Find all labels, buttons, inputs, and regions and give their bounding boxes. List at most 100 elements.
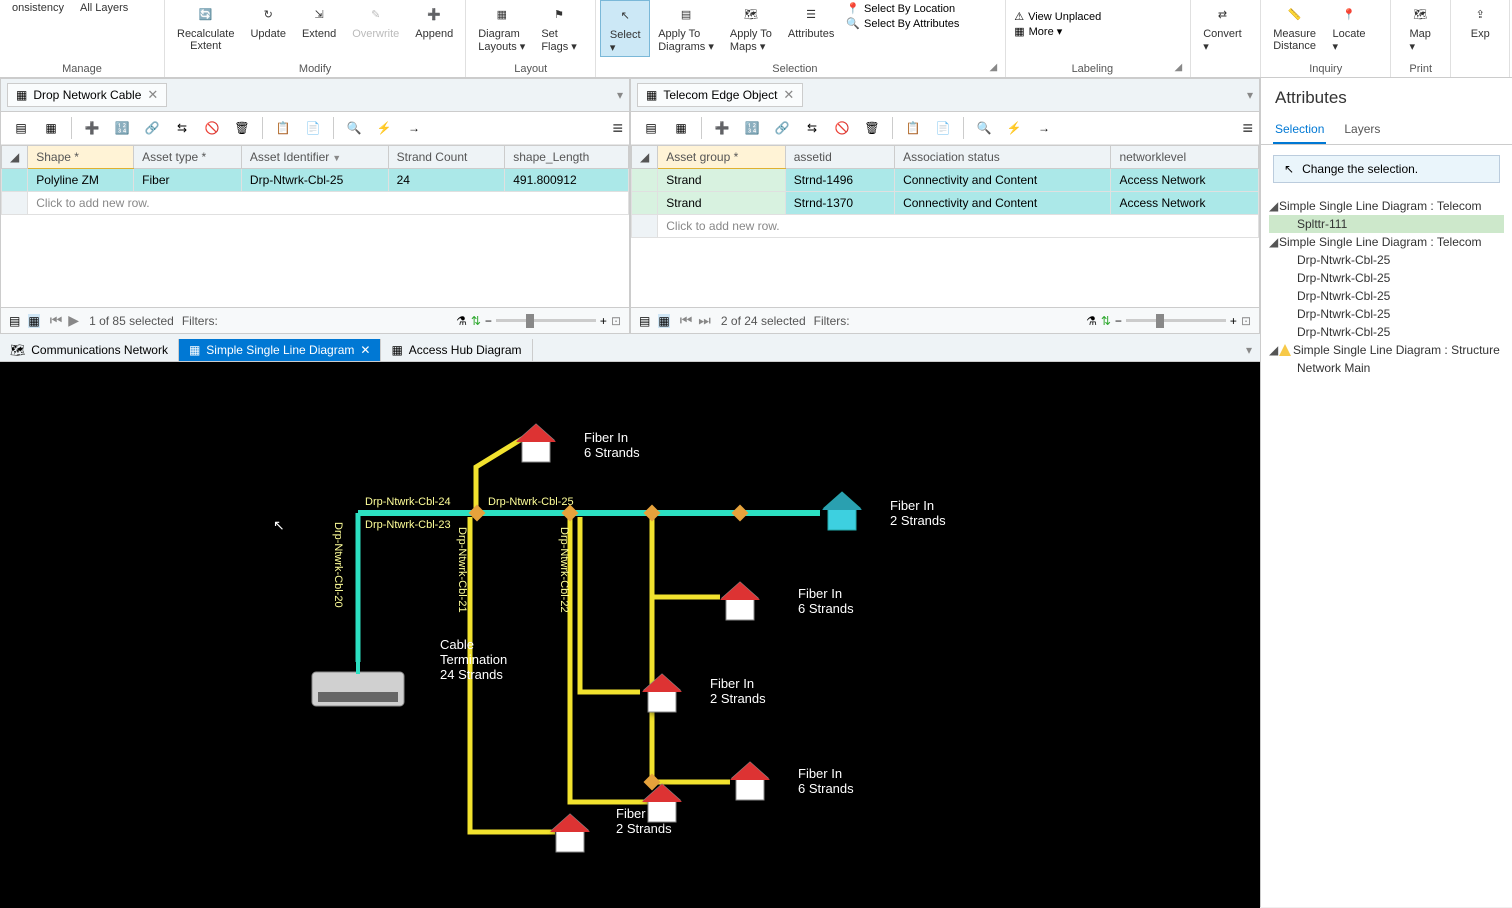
- selection-view-icon[interactable]: ▦: [667, 116, 695, 140]
- zoom-to-icon[interactable]: 🔍: [970, 116, 998, 140]
- select-by-location-button[interactable]: 📍Select By Location: [846, 2, 959, 15]
- tree-leaf[interactable]: Drp-Ntwrk-Cbl-25: [1269, 305, 1504, 323]
- house-node[interactable]: [640, 782, 684, 829]
- tree-leaf[interactable]: Splttr-111: [1269, 215, 1504, 233]
- copy-icon[interactable]: 📋: [269, 116, 297, 140]
- selection-rows-icon[interactable]: ▦: [28, 314, 39, 328]
- copy-icon[interactable]: 📋: [899, 116, 927, 140]
- tree-node[interactable]: ◢Simple Single Line Diagram : Structure: [1269, 341, 1504, 359]
- paste-icon[interactable]: 📄: [929, 116, 957, 140]
- flash-icon[interactable]: ⚡: [1000, 116, 1028, 140]
- house-node[interactable]: [514, 422, 558, 469]
- update-button[interactable]: ↻Update: [242, 0, 293, 42]
- house-node[interactable]: [718, 580, 762, 627]
- menu-icon[interactable]: ≡: [1242, 118, 1253, 139]
- col-association-status[interactable]: Association status: [895, 146, 1111, 169]
- zoom-out-icon[interactable]: −: [1115, 314, 1122, 328]
- goto-icon[interactable]: →: [1030, 116, 1058, 140]
- zoom-out-icon[interactable]: −: [485, 314, 492, 328]
- chevron-down-icon[interactable]: ▼: [332, 153, 341, 163]
- delete-icon[interactable]: 🗑: [858, 116, 886, 140]
- row-marker-header[interactable]: ◢: [2, 146, 28, 169]
- house-node[interactable]: [728, 760, 772, 807]
- tab-layers[interactable]: Layers: [1342, 116, 1382, 144]
- tree-node[interactable]: ◢Simple Single Line Diagram : Telecom: [1269, 197, 1504, 215]
- cable-termination-node[interactable]: [308, 662, 408, 715]
- col-shape-length[interactable]: shape_Length: [505, 146, 629, 169]
- selection-view-icon[interactable]: ▦: [37, 116, 65, 140]
- zoom-slider[interactable]: [496, 319, 596, 322]
- house-node[interactable]: [548, 812, 592, 859]
- next-icon[interactable]: ▶: [66, 312, 81, 329]
- field-view-icon[interactable]: ▤: [7, 116, 35, 140]
- selection-rows-icon[interactable]: ▦: [658, 314, 669, 328]
- zoom-in-icon[interactable]: +: [600, 314, 607, 328]
- filter-icon[interactable]: ⚗: [456, 314, 467, 328]
- new-row[interactable]: Click to add new row.: [2, 192, 629, 215]
- apply-to-diagrams-button[interactable]: ▤Apply To Diagrams ▾: [650, 0, 722, 55]
- view-unplaced-button[interactable]: ⚠View Unplaced: [1014, 10, 1101, 23]
- close-icon[interactable]: ✕: [360, 343, 370, 357]
- consistency-button[interactable]: onsistency: [4, 0, 72, 16]
- first-icon[interactable]: ⏮: [678, 312, 695, 329]
- export-button[interactable]: ⇪Exp: [1455, 0, 1505, 42]
- tab-selection[interactable]: Selection: [1273, 116, 1326, 144]
- apply-to-maps-button[interactable]: 🗺Apply To Maps ▾: [722, 0, 780, 55]
- table-row[interactable]: Strand Strnd-1370Connectivity and Conten…: [632, 192, 1259, 215]
- add-icon[interactable]: ➕: [708, 116, 736, 140]
- col-asset-id[interactable]: Asset Identifier▼: [241, 146, 388, 169]
- convert-button[interactable]: ⇄Convert ▾: [1195, 0, 1250, 55]
- tab-communications-network[interactable]: 🗺Communications Network: [0, 339, 179, 361]
- more-button[interactable]: ▦More ▾: [1014, 25, 1101, 38]
- row-marker-header[interactable]: ◢: [632, 146, 658, 169]
- zoom-reset-icon[interactable]: ⊡: [611, 314, 621, 328]
- new-row[interactable]: Click to add new row.: [632, 215, 1259, 238]
- locate-button[interactable]: 📍Locate ▾: [1324, 0, 1374, 55]
- select-related-icon[interactable]: 🔗: [138, 116, 166, 140]
- pane-dropdown-icon[interactable]: ▾: [1247, 88, 1253, 102]
- table-tab-drop-network-cable[interactable]: ▦ Drop Network Cable ✕: [7, 83, 167, 107]
- close-icon[interactable]: ✕: [147, 87, 158, 103]
- add-icon[interactable]: ➕: [78, 116, 106, 140]
- tree-leaf[interactable]: Drp-Ntwrk-Cbl-25: [1269, 323, 1504, 341]
- calculate-icon[interactable]: 🔢: [108, 116, 136, 140]
- diagram-canvas[interactable]: Drp-Ntwrk-Cbl-24 Drp-Ntwrk-Cbl-25 Drp-Nt…: [0, 362, 1260, 908]
- clear-icon[interactable]: 🚫: [198, 116, 226, 140]
- field-view-icon[interactable]: ▤: [637, 116, 665, 140]
- col-asset-type[interactable]: Asset type *: [134, 146, 242, 169]
- calculate-icon[interactable]: 🔢: [738, 116, 766, 140]
- tab-simple-single-line-diagram[interactable]: ▦Simple Single Line Diagram✕: [179, 339, 381, 361]
- table-tab-telecom-edge[interactable]: ▦ Telecom Edge Object ✕: [637, 83, 803, 107]
- append-button[interactable]: ➕Append: [407, 0, 461, 42]
- close-icon[interactable]: ✕: [783, 87, 794, 103]
- tree-leaf[interactable]: Drp-Ntwrk-Cbl-25: [1269, 251, 1504, 269]
- zoom-slider[interactable]: [1126, 319, 1226, 322]
- all-rows-icon[interactable]: ▤: [9, 314, 20, 328]
- col-shape[interactable]: Shape *: [28, 146, 134, 169]
- sort-icon[interactable]: ⇅: [471, 314, 481, 328]
- pane-dropdown-icon[interactable]: ▾: [617, 88, 623, 102]
- zoom-to-icon[interactable]: 🔍: [340, 116, 368, 140]
- map-button[interactable]: 🗺Map ▾: [1395, 0, 1445, 55]
- all-layers-button[interactable]: All Layers: [72, 0, 136, 16]
- extend-button[interactable]: ⇲Extend: [294, 0, 344, 42]
- diagram-layouts-button[interactable]: ▦Diagram Layouts ▾: [470, 0, 533, 55]
- col-strand-count[interactable]: Strand Count: [388, 146, 505, 169]
- tree-leaf[interactable]: Drp-Ntwrk-Cbl-25: [1269, 269, 1504, 287]
- all-rows-icon[interactable]: ▤: [639, 314, 650, 328]
- recalculate-extent-button[interactable]: 🔄Recalculate Extent: [169, 0, 242, 54]
- tree-node[interactable]: ◢Simple Single Line Diagram : Telecom: [1269, 233, 1504, 251]
- measure-distance-button[interactable]: 📏Measure Distance: [1265, 0, 1324, 54]
- tree-leaf[interactable]: Network Main: [1269, 359, 1504, 377]
- zoom-reset-icon[interactable]: ⊡: [1241, 314, 1251, 328]
- table-row[interactable]: Strand Strnd-1496Connectivity and Conten…: [632, 169, 1259, 192]
- switch-icon[interactable]: ⇆: [798, 116, 826, 140]
- tab-access-hub-diagram[interactable]: ▦Access Hub Diagram: [381, 339, 532, 361]
- switch-icon[interactable]: ⇆: [168, 116, 196, 140]
- goto-icon[interactable]: →: [400, 116, 428, 140]
- select-button[interactable]: ↖Select ▾: [600, 0, 650, 57]
- select-related-icon[interactable]: 🔗: [768, 116, 796, 140]
- tabs-dropdown-icon[interactable]: ▾: [1238, 339, 1260, 361]
- set-flags-button[interactable]: ⚑Set Flags ▾: [533, 0, 584, 55]
- selection-dialog-icon[interactable]: ◢: [990, 62, 1002, 77]
